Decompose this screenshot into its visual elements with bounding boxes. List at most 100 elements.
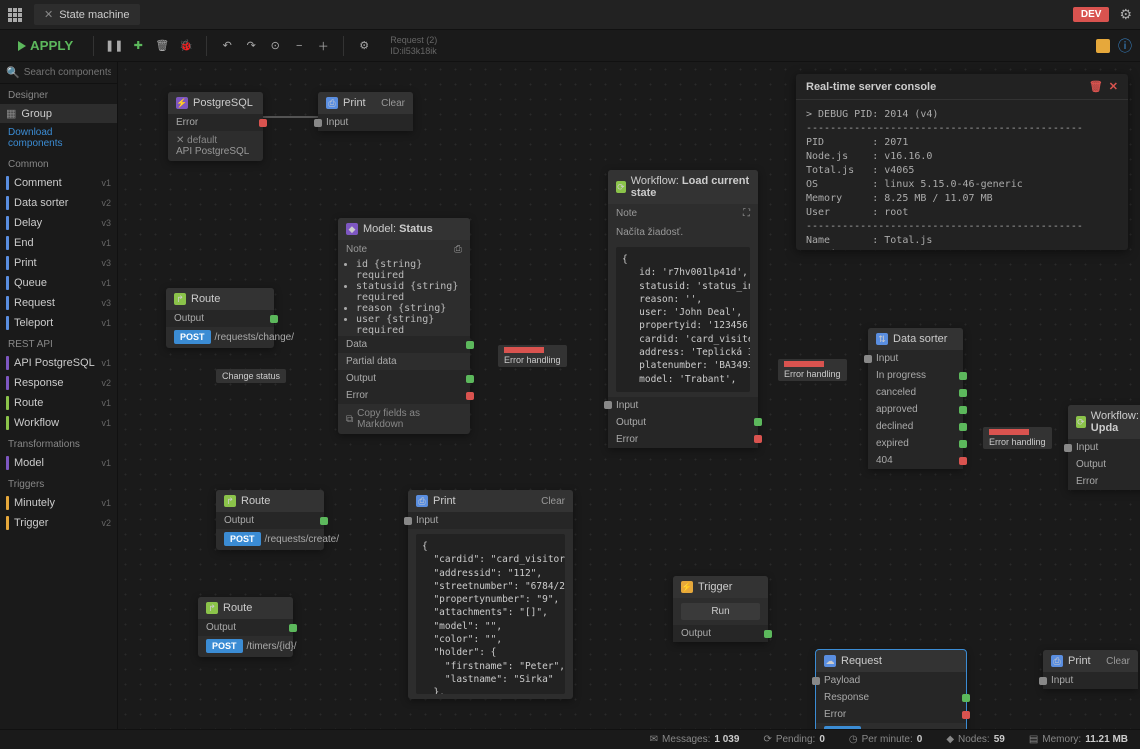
bug2-icon[interactable]: 🐞 xyxy=(176,36,196,56)
run-button[interactable]: Run xyxy=(681,603,760,620)
node-trigger[interactable]: ⚡Trigger Run Output xyxy=(673,576,768,642)
sidebar-item[interactable]: Commentv1 xyxy=(0,173,117,193)
stripe-icon xyxy=(6,196,9,210)
node-route-2[interactable]: ↱Route Output POST/requests/create/ xyxy=(216,490,324,550)
zoom-out-icon[interactable]: − xyxy=(289,36,309,56)
sb-pending: ⟳Pending:0 xyxy=(763,734,824,745)
sidebar-heading: REST API xyxy=(0,333,117,353)
sidebar-item[interactable]: Queuev1 xyxy=(0,273,117,293)
sidebar-item[interactable]: Routev1 xyxy=(0,393,117,413)
port-error: Error xyxy=(338,387,470,404)
indicator-yellow[interactable] xyxy=(1096,39,1110,53)
sidebar-item[interactable]: Triggerv2 xyxy=(0,513,117,533)
error-handling-badge-3: Error handling xyxy=(983,427,1052,449)
sidebar-item-version: v1 xyxy=(101,498,111,508)
node-request[interactable]: ☁Request Payload Response Error POSThttp… xyxy=(816,650,966,729)
post-badge: POST xyxy=(174,330,211,344)
add-icon[interactable]: ✚ xyxy=(128,36,148,56)
print-icon: ⎙ xyxy=(1051,655,1063,667)
postgres-icon: ⚡ xyxy=(176,97,188,109)
stripe-icon xyxy=(6,216,9,230)
pause-icon[interactable]: ❚❚ xyxy=(104,36,124,56)
sb-nodes: ◆Nodes:59 xyxy=(946,734,1005,745)
stripe-icon xyxy=(6,356,9,370)
sidebar-item[interactable]: Minutely v1 xyxy=(0,493,117,513)
download-components-link[interactable]: Download components xyxy=(0,123,117,153)
route-icon: ↱ xyxy=(206,602,218,614)
sidebar-item-version: v3 xyxy=(101,298,111,308)
sb-memory: ▤Memory:11.21 MB xyxy=(1029,734,1128,745)
sidebar-item-version: v2 xyxy=(101,518,111,528)
sidebar-item-version: v1 xyxy=(101,418,111,428)
info-icon[interactable]: ⓘ xyxy=(1118,36,1132,56)
sb-messages: ✉Messages:1 039 xyxy=(650,734,740,745)
clock-icon: ◷ xyxy=(849,734,858,745)
sidebar-item[interactable]: Teleportv1 xyxy=(0,313,117,333)
pending-icon: ⟳ xyxy=(763,734,771,745)
workflow-icon: ⟳ xyxy=(1076,416,1086,428)
bug-icon[interactable]: ⚙ xyxy=(1119,6,1132,23)
stripe-icon xyxy=(6,416,9,430)
sidebar-item-label: Data sorter xyxy=(14,197,96,209)
search-input[interactable] xyxy=(24,67,111,78)
model-fields: id {string} required statusid {string} r… xyxy=(338,259,470,336)
sidebar: 🔍 Designer ▦ Group Download components C… xyxy=(0,62,118,729)
node-route-3[interactable]: ↱Route Output POST/timers/{id}/ xyxy=(198,597,293,657)
sidebar-item[interactable]: Delayv3 xyxy=(0,213,117,233)
node-print-2[interactable]: ⎙PrintClear Input { "cardid": "card_visi… xyxy=(408,490,573,699)
node-data-sorter[interactable]: ⇅Data sorter Input In progress canceled … xyxy=(868,328,963,469)
toolbar: APPLY ❚❚ ✚ 🗑 🐞 ↶ ↷ ⊙ − ＋ ⚙ Request (2) I… xyxy=(0,30,1140,62)
apply-button[interactable]: APPLY xyxy=(8,34,83,57)
console-panel[interactable]: Real-time server console 🗑✕ > DEBUG PID:… xyxy=(796,74,1128,250)
node-route-1[interactable]: ↱Route Output POST/requests/change/ xyxy=(166,288,274,348)
copy-link[interactable]: ⧉Copy fields as Markdown xyxy=(338,404,470,434)
copy-icon: ⧉ xyxy=(346,414,353,425)
postgres-note: ✕ defaultAPI PostgreSQL xyxy=(168,131,263,161)
clear-button[interactable]: Clear xyxy=(1106,656,1130,667)
model-icon: ◆ xyxy=(346,223,358,235)
port-input: Input xyxy=(318,114,413,131)
sidebar-item[interactable]: Requestv3 xyxy=(0,293,117,313)
node-model[interactable]: ◆Model: Status Note⎙ id {string} require… xyxy=(338,218,470,434)
node-postgresql[interactable]: ⚡PostgreSQL Error ✕ defaultAPI PostgreSQ… xyxy=(168,92,263,161)
clear-button[interactable]: Clear xyxy=(541,496,565,507)
sidebar-item-label: Minutely xyxy=(14,497,96,509)
error-handling-badge-2: Error handling xyxy=(778,359,847,381)
redo-icon[interactable]: ↷ xyxy=(241,36,261,56)
port-partial: Partial data xyxy=(338,353,470,370)
sidebar-item[interactable]: Responsev2 xyxy=(0,373,117,393)
sidebar-item[interactable]: Printv3 xyxy=(0,253,117,273)
sidebar-heading: Common xyxy=(0,153,117,173)
console-trash-icon[interactable]: 🗑 xyxy=(1089,80,1103,93)
sidebar-item[interactable]: API PostgreSQLv1 xyxy=(0,353,117,373)
sidebar-item[interactable]: Data sorterv2 xyxy=(0,193,117,213)
sidebar-item-group[interactable]: ▦ Group xyxy=(0,104,117,123)
sidebar-heading: Triggers xyxy=(0,473,117,493)
expand-icon[interactable]: ⛶ xyxy=(743,208,750,219)
node-workflow-load[interactable]: ⟳Workflow: Load current state Note⛶ Načí… xyxy=(608,170,758,448)
canvas[interactable]: ⚡PostgreSQL Error ✕ defaultAPI PostgreSQ… xyxy=(118,62,1140,729)
zoom-fit-icon[interactable]: ⊙ xyxy=(265,36,285,56)
console-close-icon[interactable]: ✕ xyxy=(1109,80,1118,93)
sidebar-item-version: v1 xyxy=(101,358,111,368)
clear-button[interactable]: Clear xyxy=(381,98,405,109)
node-print-1[interactable]: ⎙PrintClear Input xyxy=(318,92,413,131)
port-output: Output xyxy=(166,310,274,327)
zoom-in-icon[interactable]: ＋ xyxy=(313,36,333,56)
close-icon[interactable]: ✕ xyxy=(44,8,53,21)
trash-icon[interactable]: 🗑 xyxy=(152,36,172,56)
undo-icon[interactable]: ↶ xyxy=(217,36,237,56)
sidebar-item[interactable]: Workflow v1 xyxy=(0,413,117,433)
node-workflow-update[interactable]: ⟳Workflow: Upda Input Output Error xyxy=(1068,405,1140,490)
settings-icon[interactable]: ⚙ xyxy=(354,36,374,56)
sidebar-item[interactable]: Modelv1 xyxy=(0,453,117,473)
messages-icon: ✉ xyxy=(650,734,658,745)
node-print-3[interactable]: ⎙PrintClear Input xyxy=(1043,650,1138,689)
title-box[interactable]: ✕ State machine xyxy=(34,4,140,25)
print-small-icon[interactable]: ⎙ xyxy=(454,244,462,255)
sidebar-item[interactable]: Endv1 xyxy=(0,233,117,253)
sidebar-item-label: Workflow xyxy=(14,417,96,429)
sidebar-item-version: v1 xyxy=(101,318,111,328)
stripe-icon xyxy=(6,456,9,470)
apps-icon[interactable] xyxy=(8,8,22,22)
